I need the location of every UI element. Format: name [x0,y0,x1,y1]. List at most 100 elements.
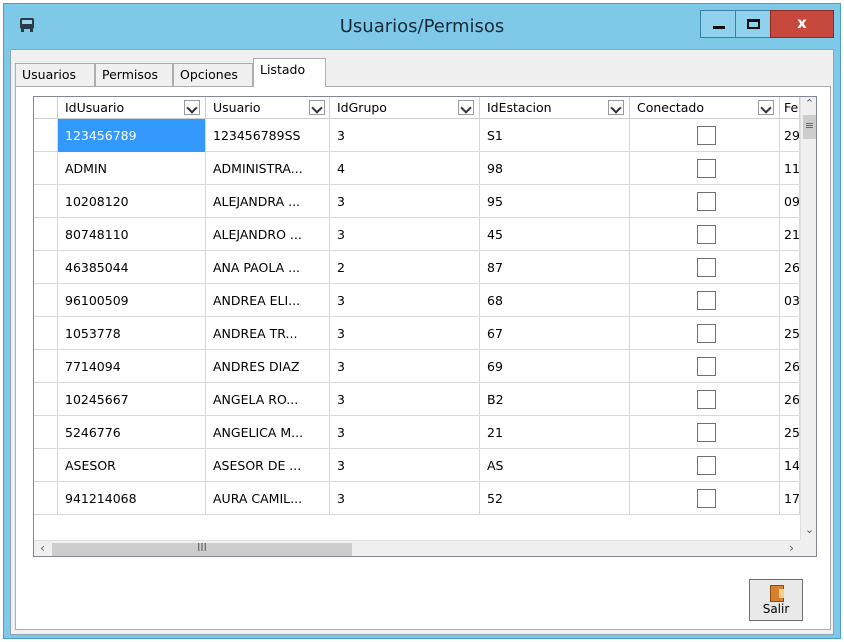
row-header[interactable] [34,317,58,350]
cell-idestacion[interactable]: 69 [480,350,630,383]
cell-usuario[interactable]: ANDRES DIAZ [206,350,330,383]
cell-idestacion[interactable]: 95 [480,185,630,218]
title-bar[interactable]: Usuarios/Permisos x [4,4,840,48]
conectado-checkbox[interactable] [697,324,716,343]
filter-dropdown-icon[interactable] [608,100,624,115]
conectado-checkbox[interactable] [697,126,716,145]
salir-button[interactable]: Salir [749,579,803,621]
conectado-checkbox[interactable] [697,225,716,244]
users-grid[interactable]: IdUsuario Usuario IdGrupo IdEstacion Con… [33,96,817,557]
row-header[interactable] [34,482,58,515]
conectado-checkbox[interactable] [697,456,716,475]
tab-listado[interactable]: Listado [253,58,326,87]
cell-idgrupo[interactable]: 3 [330,482,480,515]
row-header[interactable] [34,185,58,218]
cell-usuario[interactable]: 123456789SS [206,119,330,152]
scroll-up-icon[interactable]: ⌃ [801,97,816,114]
cell-idusuario[interactable]: 941214068 [58,482,206,515]
table-row[interactable]: 1053778 ANDREA TR... 3 67 25 [34,317,800,350]
cell-conectado[interactable] [630,251,780,284]
cell-idgrupo[interactable]: 3 [330,383,480,416]
cell-idestacion[interactable]: S1 [480,119,630,152]
cell-idusuario[interactable]: 1053778 [58,317,206,350]
cell-idusuario[interactable]: ADMIN [58,152,206,185]
table-row[interactable]: 123456789 123456789SS 3 S1 29 [34,119,800,152]
cell-usuario[interactable]: ANGELICA M... [206,416,330,449]
tab-permisos[interactable]: Permisos [95,63,173,86]
row-header[interactable] [34,449,58,482]
row-header[interactable] [34,251,58,284]
close-button[interactable]: x [770,10,834,38]
cell-idusuario[interactable]: 7714094 [58,350,206,383]
cell-fe[interactable]: 26 [780,251,800,284]
scroll-left-icon[interactable]: ‹ [34,541,51,556]
conectado-checkbox[interactable] [697,291,716,310]
vertical-scroll-thumb[interactable]: ≡ [803,115,816,139]
cell-idusuario[interactable]: 46385044 [58,251,206,284]
table-row[interactable]: 96100509 ANDREA ELI... 3 68 03 [34,284,800,317]
conectado-checkbox[interactable] [697,390,716,409]
row-header[interactable] [34,218,58,251]
tab-usuarios[interactable]: Usuarios [15,63,95,86]
cell-fe[interactable]: 14 [780,449,800,482]
cell-fe[interactable]: 25 [780,416,800,449]
cell-idgrupo[interactable]: 2 [330,251,480,284]
table-row[interactable]: 46385044 ANA PAOLA ... 2 87 26 [34,251,800,284]
cell-idgrupo[interactable]: 3 [330,185,480,218]
cell-conectado[interactable] [630,416,780,449]
vertical-scrollbar[interactable]: ⌃ ≡ ⌄ [800,97,816,540]
column-header-fe[interactable]: Fe [780,97,800,119]
horizontal-scroll-thumb[interactable]: III [52,541,352,556]
table-row[interactable]: ADMIN ADMINISTRA... 4 98 11 [34,152,800,185]
cell-conectado[interactable] [630,317,780,350]
cell-fe[interactable]: 11 [780,152,800,185]
cell-idgrupo[interactable]: 4 [330,152,480,185]
cell-idestacion[interactable]: 67 [480,317,630,350]
table-row[interactable]: ASESOR ASESOR DE ... 3 AS 14 [34,449,800,482]
conectado-checkbox[interactable] [697,423,716,442]
scroll-right-icon[interactable]: › [783,541,800,556]
cell-idestacion[interactable]: 87 [480,251,630,284]
row-header[interactable] [34,350,58,383]
cell-usuario[interactable]: ALEJANDRO ... [206,218,330,251]
horizontal-scrollbar[interactable]: ‹ III › [34,540,800,556]
cell-idestacion[interactable]: AS [480,449,630,482]
conectado-checkbox[interactable] [697,357,716,376]
cell-idusuario[interactable]: ASESOR [58,449,206,482]
cell-conectado[interactable] [630,284,780,317]
cell-idestacion[interactable]: 68 [480,284,630,317]
cell-usuario[interactable]: ADMINISTRA... [206,152,330,185]
table-row[interactable]: 10245667 ANGELA RO... 3 B2 26 [34,383,800,416]
cell-idestacion[interactable]: B2 [480,383,630,416]
cell-idusuario[interactable]: 10208120 [58,185,206,218]
cell-fe[interactable]: 29 [780,119,800,152]
cell-idestacion[interactable]: 98 [480,152,630,185]
filter-dropdown-icon[interactable] [309,100,325,115]
cell-conectado[interactable] [630,152,780,185]
maximize-button[interactable] [735,10,771,38]
cell-idgrupo[interactable]: 3 [330,350,480,383]
conectado-checkbox[interactable] [697,489,716,508]
cell-usuario[interactable]: ANGELA RO... [206,383,330,416]
cell-idusuario[interactable]: 80748110 [58,218,206,251]
cell-conectado[interactable] [630,350,780,383]
filter-dropdown-icon[interactable] [184,100,200,115]
cell-idgrupo[interactable]: 3 [330,284,480,317]
cell-conectado[interactable] [630,383,780,416]
cell-fe[interactable]: 09 [780,185,800,218]
cell-idgrupo[interactable]: 3 [330,317,480,350]
cell-idgrupo[interactable]: 3 [330,218,480,251]
cell-idgrupo[interactable]: 3 [330,119,480,152]
cell-fe[interactable]: 26 [780,383,800,416]
cell-usuario[interactable]: AURA CAMIL... [206,482,330,515]
cell-usuario[interactable]: ANDREA TR... [206,317,330,350]
cell-idestacion[interactable]: 52 [480,482,630,515]
conectado-checkbox[interactable] [697,159,716,178]
cell-conectado[interactable] [630,482,780,515]
cell-fe[interactable]: 17 [780,482,800,515]
cell-conectado[interactable] [630,119,780,152]
row-header[interactable] [34,383,58,416]
cell-idusuario[interactable]: 123456789 [58,119,206,152]
cell-idestacion[interactable]: 21 [480,416,630,449]
cell-usuario[interactable]: ALEJANDRA ... [206,185,330,218]
